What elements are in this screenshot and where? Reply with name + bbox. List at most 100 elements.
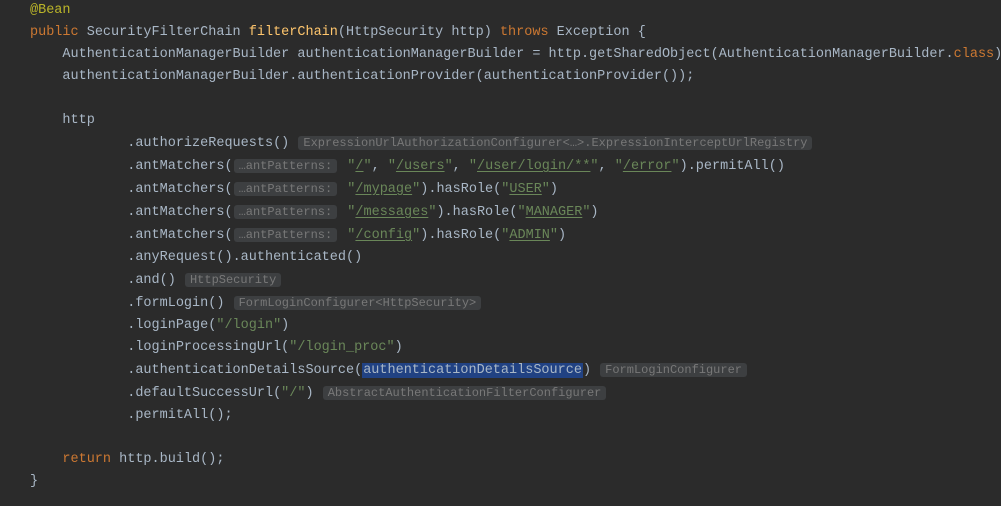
keyword-throws: throws	[500, 25, 549, 40]
string-userlogin[interactable]: /user/login/**	[477, 159, 590, 174]
call-antmatchers-3: antMatchers	[135, 205, 224, 220]
type-amb-arg: AuthenticationManagerBuilder	[719, 47, 946, 62]
call-authenticated: authenticated	[241, 250, 346, 265]
paren: )	[680, 159, 688, 174]
inlay-hint-formloginconfigurer: FormLoginConfigurer	[600, 363, 747, 377]
var-amb: authenticationManagerBuilder	[297, 47, 524, 62]
string-role-user[interactable]: USER	[509, 182, 541, 197]
code-editor[interactable]: @Bean public SecurityFilterChain filterC…	[0, 0, 1001, 506]
paren: (	[346, 250, 354, 265]
string-root2: "/"	[281, 386, 305, 401]
paren: )	[305, 386, 313, 401]
paren: (	[476, 69, 484, 84]
paren: )	[168, 273, 176, 288]
call-loginprocessingurl: loginProcessingUrl	[135, 340, 281, 355]
string-root[interactable]: /	[355, 159, 363, 174]
call-authprovider: authenticationProvider	[297, 69, 475, 84]
dot: .	[688, 159, 696, 174]
inlay-hint-antpatterns-3: …antPatterns:	[234, 205, 338, 219]
type-amb: AuthenticationManagerBuilder	[62, 47, 289, 62]
string-quote: "	[388, 159, 396, 174]
paren: )	[777, 159, 785, 174]
inlay-hint-antpatterns-1: …antPatterns:	[234, 159, 338, 173]
paren: )	[281, 318, 289, 333]
call-anyrequest: anyRequest	[135, 250, 216, 265]
paren: )	[558, 228, 566, 243]
call-hasrole-1: hasRole	[436, 182, 493, 197]
dot: .	[581, 47, 589, 62]
paren: )	[484, 25, 492, 40]
string-users[interactable]: /users	[396, 159, 445, 174]
string-quote: "	[445, 159, 453, 174]
paren: (	[662, 69, 670, 84]
inlay-hint-formlogin: FormLoginConfigurer<HttpSecurity>	[234, 296, 482, 310]
string-loginproc: "/login_proc"	[289, 340, 394, 355]
semi: ;	[224, 408, 232, 423]
dot: .	[946, 47, 954, 62]
call-antmatchers-4: antMatchers	[135, 228, 224, 243]
paren: )	[590, 205, 598, 220]
inlay-hint-antpatterns-4: …antPatterns:	[234, 228, 338, 242]
paren: (	[160, 273, 168, 288]
keyword-return: return	[62, 452, 111, 467]
id-http: http	[549, 47, 581, 62]
call-loginpage: loginPage	[135, 318, 208, 333]
inlay-hint-httpsecurity: HttpSecurity	[185, 273, 281, 287]
call-permitall-last: permitAll	[135, 408, 208, 423]
string-quote: "	[517, 205, 525, 220]
dot: .	[152, 452, 160, 467]
inlay-hint-antpatterns-2: …antPatterns:	[234, 182, 338, 196]
string-messages[interactable]: /messages	[355, 205, 428, 220]
selected-identifier[interactable]: authenticationDetailsSource	[362, 363, 583, 378]
call-defaultsuccessurl: defaultSuccessUrl	[135, 386, 273, 401]
annotation-bean: @Bean	[30, 3, 71, 18]
call-authorizerequests: authorizeRequests	[135, 136, 273, 151]
paren: (	[273, 386, 281, 401]
string-quote: "	[590, 159, 598, 174]
type-securityfilterchain: SecurityFilterChain	[87, 25, 241, 40]
eq: =	[532, 47, 540, 62]
param-http: http	[451, 25, 483, 40]
call-antmatchers-1: antMatchers	[135, 159, 224, 174]
paren: )	[281, 136, 289, 151]
paren: (	[224, 205, 232, 220]
dot: .	[233, 250, 241, 265]
paren: (	[354, 363, 362, 378]
paren: (	[224, 228, 232, 243]
string-error[interactable]: /error	[623, 159, 672, 174]
paren: (	[224, 159, 232, 174]
brace: {	[638, 25, 646, 40]
paren: )	[436, 205, 444, 220]
comma: ,	[453, 159, 461, 174]
call-permitall: permitAll	[696, 159, 769, 174]
method-filterchain: filterChain	[249, 25, 338, 40]
call-formlogin: formLogin	[135, 296, 208, 311]
comma: ,	[372, 159, 380, 174]
type-exception: Exception	[557, 25, 630, 40]
paren: )	[994, 47, 1001, 62]
call-getsharedobject: getSharedObject	[589, 47, 711, 62]
paren: )	[550, 182, 558, 197]
paren: )	[216, 296, 224, 311]
paren: )	[670, 69, 678, 84]
call-authdetailssource: authenticationDetailsSource	[135, 363, 354, 378]
id-http-return: http	[119, 452, 151, 467]
inlay-hint-abstractauth: AbstractAuthenticationFilterConfigurer	[323, 386, 607, 400]
keyword-class: class	[954, 47, 995, 62]
type-httpsecurity: HttpSecurity	[346, 25, 443, 40]
string-role-admin[interactable]: ADMIN	[509, 228, 550, 243]
string-quote: "	[615, 159, 623, 174]
call-antmatchers-2: antMatchers	[135, 182, 224, 197]
paren: (	[224, 182, 232, 197]
string-mypage[interactable]: /mypage	[355, 182, 412, 197]
call-and: and	[135, 273, 159, 288]
call-hasrole-2: hasRole	[453, 205, 510, 220]
paren: (	[711, 47, 719, 62]
semi: ;	[686, 69, 694, 84]
string-role-manager[interactable]: MANAGER	[526, 205, 583, 220]
dot: .	[445, 205, 453, 220]
paren: )	[583, 363, 591, 378]
paren: (	[769, 159, 777, 174]
string-config[interactable]: /config	[355, 228, 412, 243]
call-hasrole-3: hasRole	[436, 228, 493, 243]
